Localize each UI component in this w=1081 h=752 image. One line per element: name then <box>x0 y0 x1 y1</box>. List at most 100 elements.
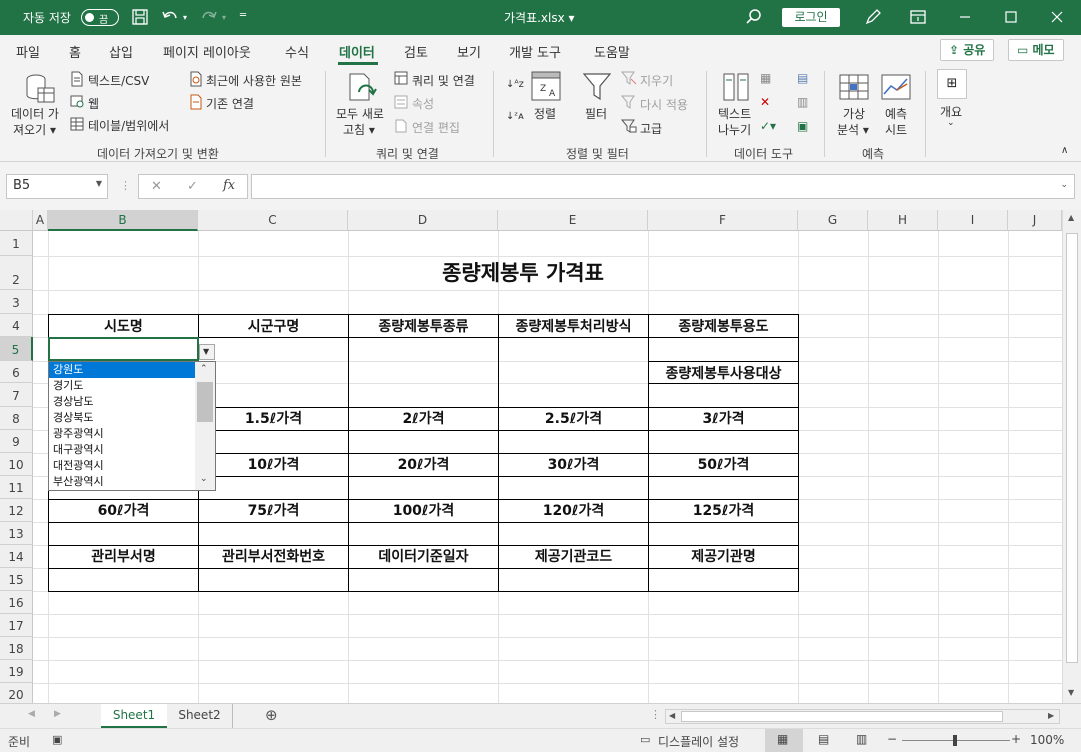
tab-home[interactable]: 홈 <box>69 42 81 61</box>
insert-function-icon[interactable]: fx <box>223 178 235 193</box>
tab-page-layout[interactable]: 페이지 레이아웃 <box>163 42 251 61</box>
tab-split-handle-icon[interactable]: ⋮ <box>650 708 661 721</box>
formula-input[interactable]: ⌄ <box>251 174 1075 199</box>
cell-d14[interactable]: 데이터기준일자 <box>349 546 498 566</box>
cell-e4[interactable]: 종량제봉투처리방식 <box>499 316 648 336</box>
page-layout-view-icon[interactable]: ▤ <box>818 732 829 746</box>
enter-icon[interactable]: ✓ <box>187 179 198 194</box>
cell-d12[interactable]: 100ℓ가격 <box>349 500 498 520</box>
scroll-right-icon[interactable]: ▶ <box>1048 711 1054 720</box>
normal-view-button[interactable]: ▦ <box>765 729 803 752</box>
display-settings-button[interactable]: 디스플레이 설정 <box>658 733 739 750</box>
zoom-out-icon[interactable]: − <box>887 732 897 746</box>
undo-dropdown-icon[interactable]: ▾ <box>183 13 187 22</box>
dropdown-item[interactable]: 대구광역시 <box>49 442 195 458</box>
validation-dropdown-list[interactable]: 강원도 경기도 경상남도 경상북도 광주광역시 대구광역시 대전광역시 부산광역… <box>48 361 216 491</box>
dropdown-scrollbar[interactable]: ⌃ ⌄ <box>195 362 215 490</box>
row-header-6[interactable]: 6 <box>0 361 33 383</box>
recent-sources-button[interactable]: 최근에 사용한 원본 <box>206 72 302 89</box>
worksheet-grid[interactable]: ABCDEFGHIJ 1 2 3 4 5 6 7 8 9 10 11 12 13 14 15 16 17 18 19… <box>0 210 1062 703</box>
row-header-2[interactable]: 2 <box>0 256 33 290</box>
dropdown-item[interactable]: 경기도 <box>49 378 195 394</box>
queries-connections-button[interactable]: 쿼리 및 연결 <box>412 72 475 89</box>
name-box-dropdown-icon[interactable]: ▼ <box>96 179 102 188</box>
row-header-7[interactable]: 7 <box>0 383 33 407</box>
column-header-f[interactable]: F <box>648 210 798 231</box>
remove-duplicates-icon[interactable]: ✕ <box>760 95 770 109</box>
add-sheet-icon[interactable]: ⊕ <box>265 706 278 724</box>
maximize-icon[interactable] <box>1002 8 1020 26</box>
vertical-scrollbar[interactable]: ▲ ▼ <box>1062 210 1081 703</box>
autosave-toggle[interactable]: 끔 <box>81 9 119 26</box>
row-header-5[interactable]: 5 <box>0 337 33 361</box>
dropdown-item[interactable]: 대전광역시 <box>49 458 195 474</box>
display-settings-icon[interactable]: ▭ <box>640 733 650 746</box>
row-header-20[interactable]: 20 <box>0 683 33 703</box>
cancel-icon[interactable]: ✕ <box>151 179 162 194</box>
scroll-up-arrow-icon[interactable]: ▲ <box>1068 213 1074 222</box>
tab-file[interactable]: 파일 <box>16 42 40 61</box>
comments-button[interactable]: ▭ 메모 <box>1008 39 1064 61</box>
tab-insert[interactable]: 삽입 <box>109 42 133 61</box>
horizontal-scroll-thumb[interactable] <box>681 711 1003 722</box>
cell-d8[interactable]: 2ℓ가격 <box>349 408 498 428</box>
dropdown-item[interactable]: 경상북도 <box>49 410 195 426</box>
tab-view[interactable]: 보기 <box>457 42 481 61</box>
cell-e14[interactable]: 제공기관코드 <box>499 546 648 566</box>
cell-c10[interactable]: 10ℓ가격 <box>199 454 348 474</box>
tab-help[interactable]: 도움말 <box>594 42 630 61</box>
tab-data[interactable]: 데이터 <box>339 42 375 61</box>
relationships-icon[interactable]: ▥ <box>797 95 808 109</box>
page-break-view-icon[interactable]: ▥ <box>856 732 867 746</box>
cell-c14[interactable]: 관리부서전화번호 <box>199 546 348 566</box>
row-header-4[interactable]: 4 <box>0 314 33 337</box>
clear-button[interactable]: 지우기 <box>640 72 673 89</box>
zoom-slider-thumb[interactable] <box>953 735 957 746</box>
row-header-8[interactable]: 8 <box>0 407 33 430</box>
cell-f6[interactable]: 종량제봉투사용대상 <box>649 363 798 383</box>
collapse-ribbon-icon[interactable]: ∧ <box>1061 145 1068 156</box>
column-header-b[interactable]: B <box>48 210 198 231</box>
pen-icon[interactable] <box>864 8 882 26</box>
tab-developer[interactable]: 개발 도구 <box>509 42 561 61</box>
sort-ascending-icon[interactable]: ↓ᴬᴢ <box>506 79 524 90</box>
sheet-title[interactable]: 종량제봉투 가격표 <box>198 257 848 287</box>
active-cell-b5[interactable] <box>48 337 199 361</box>
save-icon[interactable] <box>131 8 149 26</box>
row-header-18[interactable]: 18 <box>0 637 33 660</box>
prev-sheet-icon[interactable]: ◀ <box>28 709 35 719</box>
name-box[interactable]: B5 ▼ <box>6 174 108 199</box>
cell-f10[interactable]: 50ℓ가격 <box>649 454 798 474</box>
login-button[interactable]: 로그인 <box>782 8 840 27</box>
cell-b4[interactable]: 시도명 <box>49 316 198 336</box>
row-header-17[interactable]: 17 <box>0 614 33 637</box>
redo-dropdown-icon[interactable]: ▾ <box>222 13 226 22</box>
cell-f4[interactable]: 종량제봉투용도 <box>649 316 798 336</box>
vertical-scroll-thumb[interactable] <box>1066 233 1078 663</box>
edit-links-button[interactable]: 연결 편집 <box>412 119 460 136</box>
redo-icon[interactable] <box>200 8 218 26</box>
tab-review[interactable]: 검토 <box>404 42 428 61</box>
row-header-9[interactable]: 9 <box>0 430 33 453</box>
minimize-icon[interactable] <box>956 8 974 26</box>
column-header-i[interactable]: I <box>938 210 1008 231</box>
undo-icon[interactable] <box>161 8 179 26</box>
sheet-tab-sheet1[interactable]: Sheet1 <box>101 704 167 728</box>
row-header-19[interactable]: 19 <box>0 660 33 683</box>
cell-b12[interactable]: 60ℓ가격 <box>49 500 198 520</box>
consolidate-icon[interactable]: ▤ <box>797 71 808 85</box>
dropdown-scroll-thumb[interactable] <box>197 382 213 422</box>
expand-formula-icon[interactable]: ⌄ <box>1060 180 1068 190</box>
cell-b14[interactable]: 관리부서명 <box>49 546 198 566</box>
row-header-16[interactable]: 16 <box>0 591 33 614</box>
macro-record-icon[interactable]: ▣ <box>52 733 62 746</box>
scroll-down-icon[interactable]: ⌄ <box>200 474 208 484</box>
cell-c8[interactable]: 1.5ℓ가격 <box>199 408 348 428</box>
cell-d10[interactable]: 20ℓ가격 <box>349 454 498 474</box>
column-header-e[interactable]: E <box>498 210 648 231</box>
dropdown-item[interactable]: 경상남도 <box>49 394 195 410</box>
row-header-12[interactable]: 12 <box>0 499 33 522</box>
cell-d4[interactable]: 종량제봉투종류 <box>349 316 498 336</box>
row-header-10[interactable]: 10 <box>0 453 33 476</box>
ribbon-display-icon[interactable] <box>909 8 927 26</box>
